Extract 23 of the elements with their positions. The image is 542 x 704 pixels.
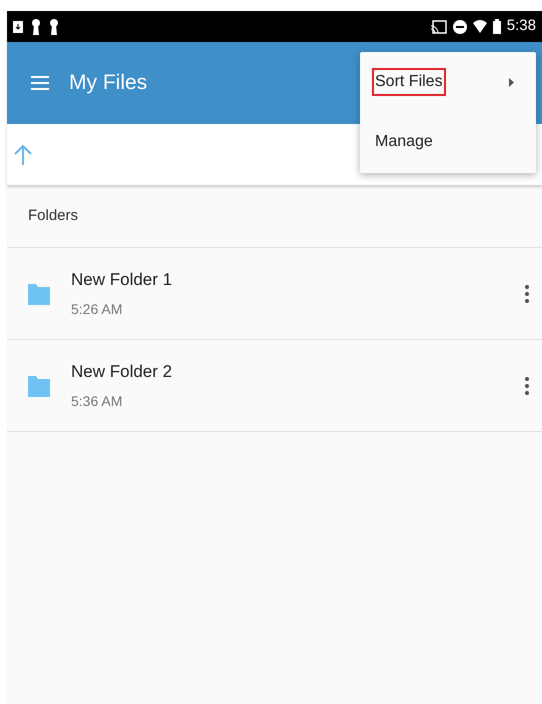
menu-item[interactable]: Manage: [372, 128, 436, 156]
folder-icon: [28, 374, 50, 397]
folder-icon: [28, 282, 50, 305]
app-title: My Files: [69, 70, 148, 96]
do-not-disturb-icon: [452, 20, 467, 34]
keyhole-icon: [31, 18, 41, 34]
more-options-icon[interactable]: [524, 376, 530, 394]
menu-item[interactable]: Sort Files: [372, 68, 446, 96]
folder-row[interactable]: New Folder 1 5:26 AM: [7, 248, 542, 340]
menu-icon[interactable]: [31, 76, 49, 90]
folder-name: New Folder 1: [71, 269, 174, 292]
folder-row[interactable]: New Folder 2 5:36 AM: [7, 340, 542, 432]
folder-time: 5:36 AM: [71, 392, 124, 411]
section-header: Folders: [28, 206, 78, 226]
folder-name: New Folder 2: [71, 361, 174, 384]
download-notification-icon: [13, 20, 23, 32]
wifi-icon: [472, 20, 487, 33]
battery-icon: [492, 19, 501, 34]
more-options-icon[interactable]: [524, 284, 530, 302]
clock-time: 5:38: [506, 16, 536, 36]
keyhole-icon: [49, 18, 59, 34]
cast-icon: [430, 20, 447, 34]
folder-time: 5:26 AM: [71, 300, 124, 319]
